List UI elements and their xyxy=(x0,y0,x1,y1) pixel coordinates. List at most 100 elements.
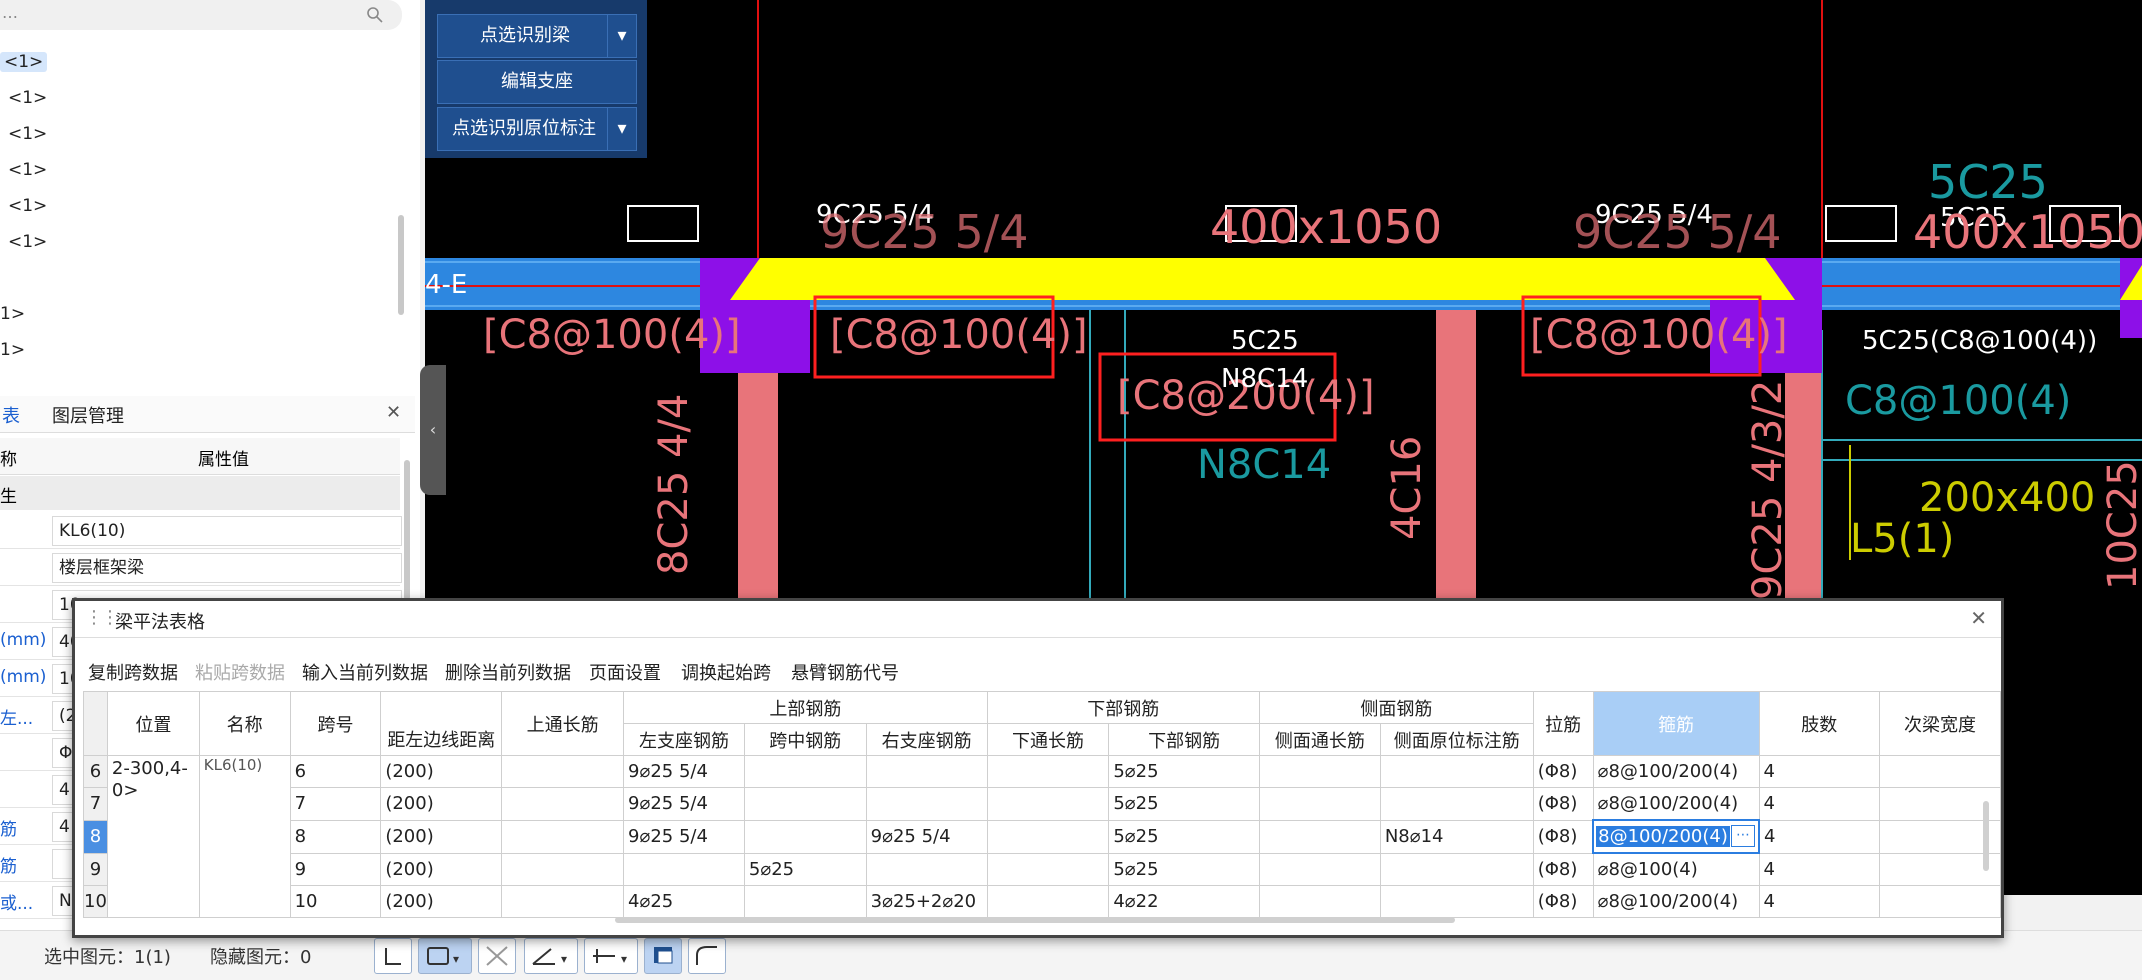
cell-top-right[interactable]: 9⌀25 5/4 xyxy=(865,819,988,854)
prop-value[interactable]: 楼层框架梁 xyxy=(52,553,402,583)
stirrup-input[interactable]: 8@100/200(4) xyxy=(1596,826,1730,847)
angle-tool-icon[interactable]: ▾ xyxy=(524,938,578,974)
search-box[interactable]: … xyxy=(0,0,402,30)
table-row-selected[interactable]: 8 8 (200) 9⌀25 5/4 9⌀25 5/4 5⌀25 N8⌀14 (… xyxy=(83,819,2001,854)
table-row[interactable]: 7 7 (200) 9⌀25 5/4 5⌀25 (Φ8) ⌀8@100/200(… xyxy=(83,787,2001,821)
more-icon[interactable]: ⋯ xyxy=(1731,825,1756,847)
chevron-down-icon[interactable]: ▾ xyxy=(607,108,636,150)
cell-top-through[interactable] xyxy=(501,787,625,821)
cell-position[interactable]: 2-300,4-0> xyxy=(106,755,200,918)
cell-top-mid[interactable] xyxy=(743,787,867,821)
col-header-bot[interactable]: 下部钢筋 xyxy=(1108,723,1260,756)
cell-dist[interactable]: (200) xyxy=(380,819,503,854)
tree-item[interactable]: <1> xyxy=(0,52,48,72)
col-header-top-left[interactable]: 左支座钢筋 xyxy=(623,723,745,756)
cell-stirrup[interactable]: ⌀8@100/200(4) xyxy=(1592,755,1760,788)
cell-top-through[interactable] xyxy=(501,755,625,788)
offset-tool-icon[interactable]: ▾ xyxy=(584,938,638,974)
cell-bot[interactable]: 5⌀25 xyxy=(1108,787,1260,821)
cell-bot-through[interactable] xyxy=(986,885,1110,918)
cell-legs[interactable]: 4 xyxy=(1758,852,1881,886)
cell-span[interactable]: 6 xyxy=(289,755,382,788)
cell-tie[interactable]: (Φ8) xyxy=(1532,787,1594,821)
cell-top-through[interactable] xyxy=(501,885,625,918)
prop-scrollbar[interactable] xyxy=(404,460,410,600)
close-icon[interactable]: ✕ xyxy=(1970,606,1987,630)
cell-stirrup[interactable]: ⌀8@100(4) xyxy=(1592,852,1760,886)
cell-dist[interactable]: (200) xyxy=(380,755,503,788)
col-header-side-through[interactable]: 侧面通长筋 xyxy=(1258,723,1381,756)
tree-item[interactable]: <1> xyxy=(8,196,47,216)
col-header-bot-through[interactable]: 下通长筋 xyxy=(986,723,1110,756)
horizontal-scrollbar[interactable] xyxy=(615,917,1455,923)
search-input[interactable]: … xyxy=(2,3,18,22)
cell-span[interactable]: 9 xyxy=(289,852,382,886)
col-header-tie[interactable]: 拉筋 xyxy=(1532,691,1594,756)
col-header-dist[interactable]: 距左边线距离 xyxy=(380,723,503,756)
row-number[interactable]: 8 xyxy=(83,819,108,854)
cell-bot-through[interactable] xyxy=(986,787,1110,821)
chevron-down-icon[interactable]: ▾ xyxy=(607,15,636,57)
close-icon[interactable]: ✕ xyxy=(386,402,401,423)
cell-top-left[interactable]: 9⌀25 5/4 xyxy=(623,755,745,788)
row-number[interactable]: 7 xyxy=(83,787,108,821)
cell-stirrup[interactable]: ⌀8@100/200(4) xyxy=(1592,787,1760,821)
tree-item[interactable]: <1> xyxy=(8,160,47,180)
tree-item[interactable]: <1> xyxy=(8,88,47,108)
cell-tie[interactable]: (Φ8) xyxy=(1532,852,1594,886)
cell-top-through[interactable] xyxy=(501,819,625,854)
cell-side-orig[interactable] xyxy=(1379,755,1534,788)
cell-legs[interactable]: 4 xyxy=(1758,787,1881,821)
col-header-position[interactable]: 位置 xyxy=(106,691,200,756)
cell-top-left[interactable]: 9⌀25 5/4 xyxy=(623,819,745,854)
cell-top-right[interactable] xyxy=(865,852,988,886)
cell-stirrup[interactable]: ⌀8@100/200(4) xyxy=(1592,885,1760,918)
cell-top-left[interactable]: 9⌀25 5/4 xyxy=(623,787,745,821)
cell-bot-through[interactable] xyxy=(986,755,1110,788)
cell-name[interactable]: KL6(10) xyxy=(198,755,291,918)
cell-side-through[interactable] xyxy=(1258,755,1381,788)
table-row[interactable]: 9 9 (200) 5⌀25 5⌀25 (Φ8) ⌀8@100(4) 4 xyxy=(83,852,2001,886)
cell-tie[interactable]: (Φ8) xyxy=(1532,819,1594,854)
cell-side-orig[interactable] xyxy=(1379,787,1534,821)
corner-tool-icon[interactable] xyxy=(374,938,412,974)
cell-tie[interactable]: (Φ8) xyxy=(1532,755,1594,788)
cell-span[interactable]: 10 xyxy=(289,885,382,918)
vertical-scrollbar[interactable] xyxy=(1983,801,1989,871)
tree-item[interactable]: <1> xyxy=(8,232,47,252)
cell-side-through[interactable] xyxy=(1258,885,1381,918)
cell-side-through[interactable] xyxy=(1258,819,1381,854)
col-header-stirrup[interactable]: 箍筋 xyxy=(1592,691,1760,756)
cell-tie[interactable]: (Φ8) xyxy=(1532,885,1594,918)
cell-top-mid[interactable] xyxy=(743,885,867,918)
search-icon[interactable] xyxy=(366,6,384,24)
cantilever-code-button[interactable]: 悬臂钢筋代号 xyxy=(791,659,899,685)
cell-sec-width[interactable] xyxy=(1879,885,2001,918)
input-column-data-button[interactable]: 输入当前列数据 xyxy=(302,659,428,685)
page-setup-button[interactable]: 页面设置 xyxy=(589,659,661,685)
cell-top-mid[interactable]: 5⌀25 xyxy=(743,852,867,886)
cell-span[interactable]: 8 xyxy=(289,819,382,854)
cell-side-through[interactable] xyxy=(1258,787,1381,821)
cell-side-through[interactable] xyxy=(1258,852,1381,886)
tree-item[interactable]: <1> xyxy=(8,124,47,144)
identify-original-annotation-button[interactable]: 点选识别原位标注 ▾ xyxy=(437,107,637,151)
cell-side-orig[interactable] xyxy=(1379,852,1534,886)
copy-span-data-button[interactable]: 复制跨数据 xyxy=(88,659,178,685)
row-number[interactable]: 9 xyxy=(83,852,108,886)
identify-beam-button[interactable]: 点选识别梁 ▾ xyxy=(437,14,637,58)
table-row[interactable]: 10 10 (200) 4⌀25 3⌀25+2⌀20 4⌀22 (Φ8) ⌀8@… xyxy=(83,885,2001,918)
cell-top-right[interactable] xyxy=(865,787,988,821)
cross-icon[interactable] xyxy=(478,938,516,974)
collapse-handle[interactable]: ‹ xyxy=(420,365,446,495)
cell-stirrup-editing[interactable]: 8@100/200(4) ⋯ xyxy=(1592,819,1761,854)
cell-span[interactable]: 7 xyxy=(289,787,382,821)
table-row[interactable]: 6 2-300,4-0> KL6(10) 6 (200) 9⌀25 5/4 5⌀… xyxy=(83,755,2001,918)
col-header-legs[interactable]: 肢数 xyxy=(1758,691,1881,756)
cell-dist[interactable]: (200) xyxy=(380,852,503,886)
cell-sec-width[interactable] xyxy=(1879,755,2001,788)
cell-legs[interactable]: 4 xyxy=(1758,885,1881,918)
cell-top-right[interactable]: 3⌀25+2⌀20 xyxy=(865,885,988,918)
tree-item[interactable]: 1> xyxy=(0,304,25,324)
cell-top-mid[interactable] xyxy=(743,755,867,788)
